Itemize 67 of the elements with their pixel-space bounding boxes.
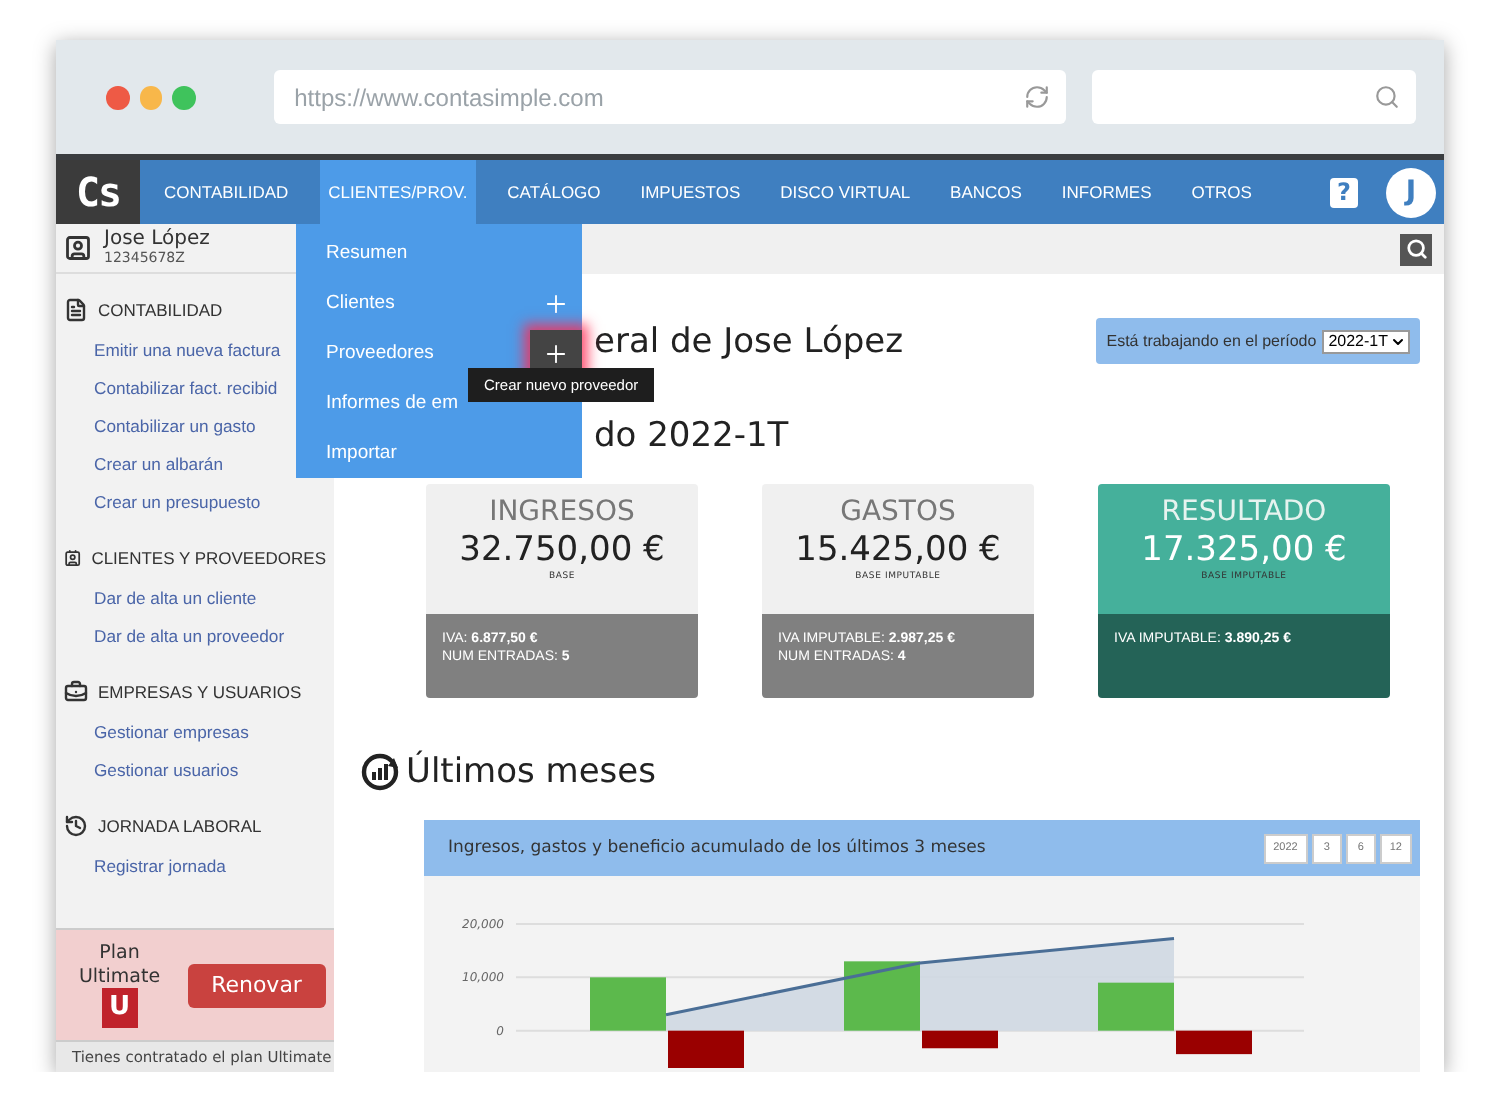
sidebar-link[interactable]: Registrar jornada [56,848,334,886]
user-icon [64,234,92,262]
chevron-down-icon [1390,333,1406,349]
nav-tab[interactable]: OTROS [1183,160,1260,224]
nav-tab[interactable]: BANCOS [942,160,1030,224]
section-heading: JORNADA LABORAL [98,816,262,836]
section-title: Últimos meses [406,752,656,792]
card-title: RESULTADO [1161,498,1327,529]
menu-item[interactable]: Resumen [326,242,408,264]
menu-item[interactable]: Importar [326,442,397,464]
sidebar-link[interactable]: Gestionar usuarios [56,752,334,790]
card-amount: 15.425,00 € [795,528,1001,571]
card-amount: 32.750,00 € [459,528,665,571]
sidebar-link[interactable]: Dar de alta un cliente [56,580,334,618]
card-title: INGRESOS [489,498,635,529]
avatar[interactable]: J [1386,167,1436,217]
search-button[interactable] [1400,233,1432,265]
chart-refresh-icon [360,752,400,792]
income-bar [590,977,666,1031]
card-amount: 17.325,00 € [1141,528,1347,571]
search-icon [1405,238,1427,260]
help-button[interactable]: ? [1330,177,1358,207]
expense-bar [668,1030,744,1068]
maximize-dot[interactable] [172,85,197,109]
contact-card-icon [64,546,82,570]
reload-icon[interactable] [1023,84,1050,110]
nav-tab[interactable]: IMPUESTOS [632,160,749,224]
period-label: Está trabajando en el período [1106,332,1317,350]
menu-item[interactable]: Proveedores [326,342,434,364]
nav-tab[interactable]: DISCO VIRTUAL [772,160,919,224]
close-dot[interactable] [106,85,130,109]
income-bar [844,961,920,1031]
page-title: eral de Jose López [594,321,904,361]
plus-icon [542,289,570,317]
plan-badge: U [101,987,138,1028]
sidebar-link[interactable]: Gestionar empresas [56,714,334,752]
period-heading: do 2022-1T [594,416,791,456]
card-title: GASTOS [840,498,956,529]
sidebar-link[interactable]: Crear un presupuesto [56,484,334,522]
section-heading: EMPRESAS Y USUARIOS [98,682,302,702]
renew-button[interactable]: Renovar [187,963,326,1007]
nav-tab[interactable]: CONTABILIDAD [156,160,297,224]
briefcase-icon [64,680,88,704]
nav-tab[interactable]: CATÁLOGO [499,160,609,224]
minimize-dot[interactable] [139,85,163,109]
section-heading: CLIENTES Y PROVEEDORES [91,548,326,568]
address-bar[interactable]: https://www.contasimple.com [274,70,1066,124]
menu-item[interactable]: Informes de em [326,392,458,414]
sidebar-link[interactable]: Dar de alta un proveedor [56,618,334,656]
period-select[interactable]: 2022-1T [1322,329,1410,353]
nav-tab[interactable]: CLIENTES/PROV. [320,160,476,224]
plus-icon [542,339,570,367]
plan-name: Ultimate [78,965,161,988]
expense-bar [1176,1030,1252,1055]
plan-label: Plan [99,942,140,965]
menu-item[interactable]: Clientes [326,292,395,314]
income-bar [1098,982,1174,1031]
document-icon [64,298,88,322]
search-field[interactable] [1091,70,1416,124]
user-name: Jose López [104,229,212,251]
logo[interactable]: Cs [56,160,140,224]
history-icon [64,814,88,838]
search-icon [1373,84,1400,110]
chart-title: Ingresos, gastos y beneficio acumulado de los últimos 3 meses [448,838,986,858]
nav-tab[interactable]: INFORMES [1053,160,1160,224]
section-heading: CONTABILIDAD [98,300,223,320]
url-text: https://www.contasimple.com [294,83,604,111]
